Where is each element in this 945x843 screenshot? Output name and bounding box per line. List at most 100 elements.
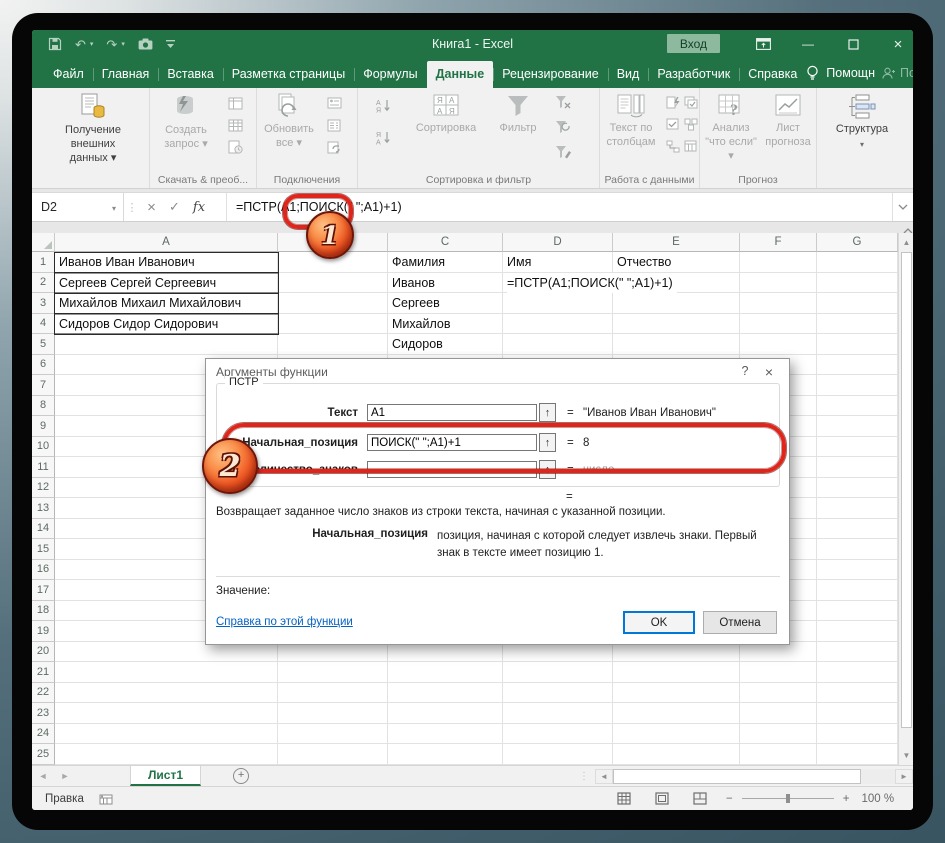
cell-G16[interactable] xyxy=(817,559,898,580)
cell-G18[interactable] xyxy=(817,600,898,621)
maximize-button[interactable] xyxy=(838,30,868,58)
horizontal-scroll-thumb[interactable] xyxy=(613,768,861,784)
name-box[interactable]: D2 ▾ xyxy=(32,193,124,221)
cancel-button[interactable]: Отмена xyxy=(703,611,777,634)
tab-formulas[interactable]: Формулы xyxy=(354,61,426,88)
cell-E4[interactable] xyxy=(613,313,740,334)
cell-G20[interactable] xyxy=(817,641,898,662)
cell-D5[interactable] xyxy=(503,334,613,355)
cell-C23[interactable] xyxy=(388,703,503,724)
cell-A22[interactable] xyxy=(55,682,278,703)
previous-sheet-button[interactable]: ◄ xyxy=(32,771,54,781)
column-header-E[interactable]: E xyxy=(613,233,740,252)
cell-E24[interactable] xyxy=(613,723,740,744)
cell-B2[interactable] xyxy=(278,272,388,293)
row-header-17[interactable]: 17 xyxy=(32,580,55,601)
select-all-corner[interactable] xyxy=(32,233,55,252)
cell-C22[interactable] xyxy=(388,682,503,703)
ribbon-display-options-button[interactable] xyxy=(748,30,778,58)
cell-D22[interactable] xyxy=(503,682,613,703)
row-header-22[interactable]: 22 xyxy=(32,682,55,703)
cell-E22[interactable] xyxy=(613,682,740,703)
row-header-2[interactable]: 2 xyxy=(32,272,55,293)
cell-C24[interactable] xyxy=(388,723,503,744)
row-header-12[interactable]: 12 xyxy=(32,477,55,498)
cell-G25[interactable] xyxy=(817,744,898,765)
cell-G11[interactable] xyxy=(817,457,898,478)
ok-button[interactable]: OK xyxy=(623,611,695,634)
cell-F23[interactable] xyxy=(740,703,817,724)
row-header-14[interactable]: 14 xyxy=(32,518,55,539)
outline-structure-button[interactable]: Структура ▾ xyxy=(830,93,894,150)
minimize-button[interactable]: — xyxy=(793,30,823,58)
cell-B21[interactable] xyxy=(278,662,388,683)
column-header-D[interactable]: D xyxy=(503,233,613,252)
cell-G24[interactable] xyxy=(817,723,898,744)
cell-F4[interactable] xyxy=(740,313,817,334)
row-header-15[interactable]: 15 xyxy=(32,539,55,560)
vertical-scroll-thumb[interactable] xyxy=(900,252,912,728)
macro-record-icon[interactable] xyxy=(99,793,113,805)
cell-G9[interactable] xyxy=(817,416,898,437)
enter-entry-button[interactable]: ✓ xyxy=(163,199,186,215)
row-header-20[interactable]: 20 xyxy=(32,641,55,662)
cell-G3[interactable] xyxy=(817,293,898,314)
cell-A5[interactable] xyxy=(55,334,278,355)
row-header-10[interactable]: 10 xyxy=(32,436,55,457)
name-box-dropdown-icon[interactable]: ▾ xyxy=(112,204,116,213)
cell-B25[interactable] xyxy=(278,744,388,765)
zoom-in-button[interactable]: + xyxy=(843,793,850,805)
cell-B3[interactable] xyxy=(278,293,388,314)
column-header-F[interactable]: F xyxy=(740,233,817,252)
cell-A24[interactable] xyxy=(55,723,278,744)
cell-F22[interactable] xyxy=(740,682,817,703)
cell-E25[interactable] xyxy=(613,744,740,765)
cell-G12[interactable] xyxy=(817,477,898,498)
cell-B23[interactable] xyxy=(278,703,388,724)
function-help-link[interactable]: Справка по этой функции xyxy=(216,616,353,628)
page-break-view-icon[interactable] xyxy=(693,792,707,805)
tab-home[interactable]: Главная xyxy=(92,61,159,88)
tab-data[interactable]: Данные xyxy=(426,61,494,88)
row-header-8[interactable]: 8 xyxy=(32,395,55,416)
cell-F5[interactable] xyxy=(740,334,817,355)
cell-G2[interactable] xyxy=(817,272,898,293)
cell-G17[interactable] xyxy=(817,580,898,601)
cell-G4[interactable] xyxy=(817,313,898,334)
cell-G5[interactable] xyxy=(817,334,898,355)
cell-C25[interactable] xyxy=(388,744,503,765)
page-layout-view-icon[interactable] xyxy=(655,792,669,805)
tab-insert[interactable]: Вставка xyxy=(158,61,222,88)
normal-view-icon[interactable] xyxy=(617,792,631,805)
next-sheet-button[interactable]: ► xyxy=(54,771,76,781)
tab-developer[interactable]: Разработчик xyxy=(648,61,739,88)
tab-review[interactable]: Рецензирование xyxy=(493,61,608,88)
cell-G19[interactable] xyxy=(817,621,898,642)
scroll-down-button[interactable]: ▼ xyxy=(900,748,913,763)
cell-F21[interactable] xyxy=(740,662,817,683)
dialog-close-button[interactable]: × xyxy=(761,364,777,380)
cell-F24[interactable] xyxy=(740,723,817,744)
tab-file[interactable]: Файл xyxy=(44,61,93,88)
cell-G8[interactable] xyxy=(817,395,898,416)
row-header-11[interactable]: 11 xyxy=(32,457,55,478)
cell-E23[interactable] xyxy=(613,703,740,724)
row-header-18[interactable]: 18 xyxy=(32,600,55,621)
zoom-level-label[interactable]: 100 % xyxy=(861,793,894,805)
cell-F3[interactable] xyxy=(740,293,817,314)
sheet-tab-list1[interactable]: Лист1 xyxy=(130,766,202,786)
cell-E5[interactable] xyxy=(613,334,740,355)
row-header-13[interactable]: 13 xyxy=(32,498,55,519)
column-header-C[interactable]: C xyxy=(388,233,503,252)
horizontal-scroll-track[interactable] xyxy=(861,768,895,784)
column-header-G[interactable]: G xyxy=(817,233,898,252)
cell-G22[interactable] xyxy=(817,682,898,703)
cell-G10[interactable] xyxy=(817,436,898,457)
cell-F1[interactable] xyxy=(740,252,817,273)
row-header-19[interactable]: 19 xyxy=(32,621,55,642)
cell-G13[interactable] xyxy=(817,498,898,519)
cell-B24[interactable] xyxy=(278,723,388,744)
share-button[interactable]: Поделиться xyxy=(882,66,913,80)
column-header-A[interactable]: A xyxy=(55,233,278,252)
zoom-slider-thumb[interactable] xyxy=(785,794,790,803)
